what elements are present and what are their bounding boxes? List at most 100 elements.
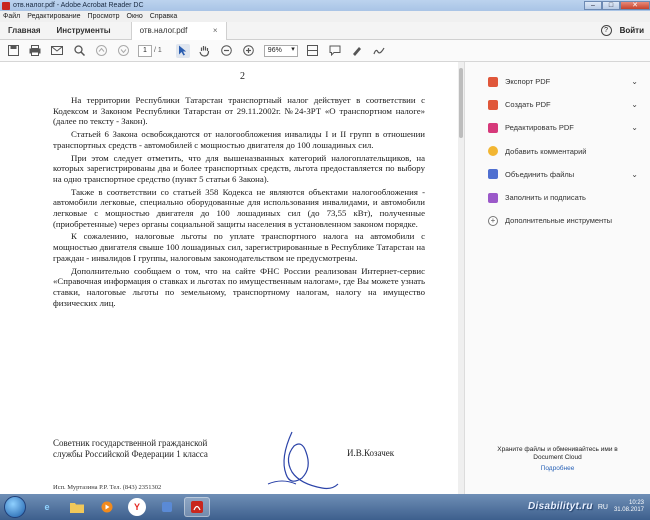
tool-label: Объединить файлы (505, 169, 575, 179)
pdf-page: 2 На территории Республики Татарстан тра… (0, 62, 458, 494)
signer-title: Советник государственной гражданской слу… (53, 438, 208, 460)
taskbar-app-icon[interactable] (154, 497, 180, 517)
edit-pdf-icon (488, 122, 498, 133)
tab-bar: Главная Инструменты отв.налог.pdf × ? Во… (0, 21, 650, 40)
vertical-scrollbar[interactable] (458, 62, 464, 494)
maximize-button[interactable]: □ (602, 1, 620, 10)
menu-file[interactable]: Файл (3, 13, 20, 20)
menu-edit[interactable]: Редактирование (27, 13, 80, 20)
zoom-level-select[interactable]: 96% (263, 44, 298, 57)
tool-combine-files[interactable]: Объединить файлы ⌄ (465, 163, 650, 186)
chevron-down-icon[interactable]: ⌄ (631, 100, 638, 109)
tab-tools[interactable]: Инструменты (49, 22, 119, 40)
clock-date[interactable]: 31.08.2017 (614, 507, 644, 514)
next-page-icon[interactable] (116, 44, 130, 58)
zoom-out-icon[interactable] (220, 44, 234, 58)
tool-label: Создать PDF (505, 100, 551, 110)
window-titlebar: отв.налог.pdf - Adobe Acrobat Reader DC … (0, 0, 650, 11)
learn-more-link[interactable]: Подробнее (465, 465, 650, 473)
email-icon[interactable] (50, 44, 64, 58)
sign-icon[interactable] (372, 44, 386, 58)
comment-icon[interactable] (328, 44, 342, 58)
tabbar-right: ? Войти (600, 25, 650, 36)
signer-name: И.В.Козачек (347, 448, 395, 458)
tools-panel: Экспорт PDF ⌄ Создать PDF ⌄ Редактироват… (465, 62, 650, 494)
tab-document-label: отв.налог.pdf (139, 25, 188, 35)
tab-close-icon[interactable]: × (213, 22, 218, 40)
comment-bubble-icon (488, 146, 498, 157)
tool-edit-pdf[interactable]: Редактировать PDF ⌄ (465, 116, 650, 139)
chevron-down-icon[interactable]: ⌄ (631, 170, 638, 179)
taskbar-explorer-icon[interactable] (64, 497, 90, 517)
paragraph: Также в соответствии со статьей 358 Коде… (53, 186, 425, 229)
minimize-button[interactable]: – (584, 1, 602, 10)
previous-page-icon[interactable] (94, 44, 108, 58)
plus-circle-icon: + (488, 215, 498, 226)
fill-sign-icon (488, 192, 498, 203)
clock-time[interactable]: 10:23 (614, 500, 644, 507)
acrobat-app-icon (2, 1, 10, 10)
page-number-input[interactable]: 1 (138, 44, 152, 57)
combine-files-icon (488, 169, 498, 180)
scrollbar-thumb[interactable] (459, 68, 463, 138)
close-window-button[interactable]: ✕ (620, 1, 650, 10)
taskbar-ie-icon[interactable]: e (34, 497, 60, 517)
menu-bar: Файл Редактирование Просмотр Окно Справк… (0, 11, 650, 22)
chevron-down-icon[interactable]: ⌄ (631, 77, 638, 86)
tool-fill-sign[interactable]: Заполнить и подписать (465, 186, 650, 209)
tool-label: Заполнить и подписать (505, 193, 586, 203)
tab-home[interactable]: Главная (0, 22, 49, 40)
tool-more-tools[interactable]: + Дополнительные инструменты (465, 209, 650, 232)
language-indicator[interactable]: RU (598, 504, 608, 511)
main-toolbar: 1 / 1 96% (0, 40, 650, 62)
cloud-promo-text: Document Cloud (533, 454, 582, 461)
hand-tool-icon[interactable] (198, 44, 212, 58)
document-body: На территории Республики Татарстан транс… (53, 95, 425, 310)
export-pdf-icon (488, 76, 498, 87)
document-page-number: 2 (240, 71, 245, 82)
tab-document[interactable]: отв.налог.pdf × (130, 21, 227, 40)
find-icon[interactable] (72, 44, 86, 58)
paragraph: На территории Республики Татарстан транс… (53, 95, 425, 127)
handwritten-signature (267, 431, 339, 490)
page-layout-icon[interactable] (306, 44, 320, 58)
help-icon[interactable]: ? (600, 25, 612, 36)
window-title: отв.налог.pdf - Adobe Acrobat Reader DC (13, 2, 144, 9)
menu-help[interactable]: Справка (150, 13, 177, 20)
page-count: / 1 (154, 47, 162, 54)
create-pdf-icon (488, 99, 498, 110)
window-controls: – □ ✕ (584, 0, 650, 11)
tool-label: Экспорт PDF (505, 77, 551, 87)
tool-add-comment[interactable]: Добавить комментарий (465, 140, 650, 163)
tool-export-pdf[interactable]: Экспорт PDF ⌄ (465, 70, 650, 93)
save-icon[interactable] (6, 44, 20, 58)
tool-label: Дополнительные инструменты (505, 216, 613, 226)
select-cursor-icon[interactable] (175, 43, 190, 58)
paragraph: Статьей 6 Закона освобождаются от налого… (53, 129, 425, 150)
paragraph: К сожалению, налоговые льготы по уплате … (53, 231, 425, 263)
highlight-icon[interactable] (350, 44, 364, 58)
document-footer: Исп. Муртазина Р.Р. Тел. (843) 2351302 (53, 484, 162, 491)
site-watermark: Disabilityt.ru (528, 501, 593, 512)
tool-create-pdf[interactable]: Создать PDF ⌄ (465, 93, 650, 116)
print-icon[interactable] (28, 44, 42, 58)
chevron-down-icon[interactable]: ⌄ (631, 123, 638, 132)
signer-title-line: службы Российской Федерации 1 класса (53, 449, 208, 459)
document-viewport[interactable]: 2 На территории Республики Татарстан тра… (0, 62, 464, 494)
system-tray: RU 10:23 31.08.2017 (598, 500, 650, 514)
signin-button[interactable]: Войти (620, 26, 644, 35)
start-button[interactable] (4, 496, 26, 518)
document-cloud-promo: Храните файлы и обменивайтесь ими в Docu… (465, 446, 650, 473)
paragraph: При этом следует отметить, что для вышен… (53, 152, 425, 184)
taskbar-yandex-icon[interactable]: Y (128, 498, 146, 516)
zoom-in-icon[interactable] (242, 44, 256, 58)
menu-window[interactable]: Окно (127, 13, 143, 20)
taskbar-acrobat-icon[interactable] (184, 497, 210, 517)
menu-view[interactable]: Просмотр (88, 13, 120, 20)
tool-label: Редактировать PDF (505, 123, 574, 133)
paragraph: Дополнительно сообщаем о том, что на сай… (53, 265, 425, 308)
taskbar-media-icon[interactable] (94, 497, 120, 517)
signer-title-line: Советник государственной гражданской (53, 438, 208, 448)
cloud-promo-text: Храните файлы и обменивайтесь ими в (497, 446, 618, 453)
tool-label: Добавить комментарий (505, 146, 587, 156)
